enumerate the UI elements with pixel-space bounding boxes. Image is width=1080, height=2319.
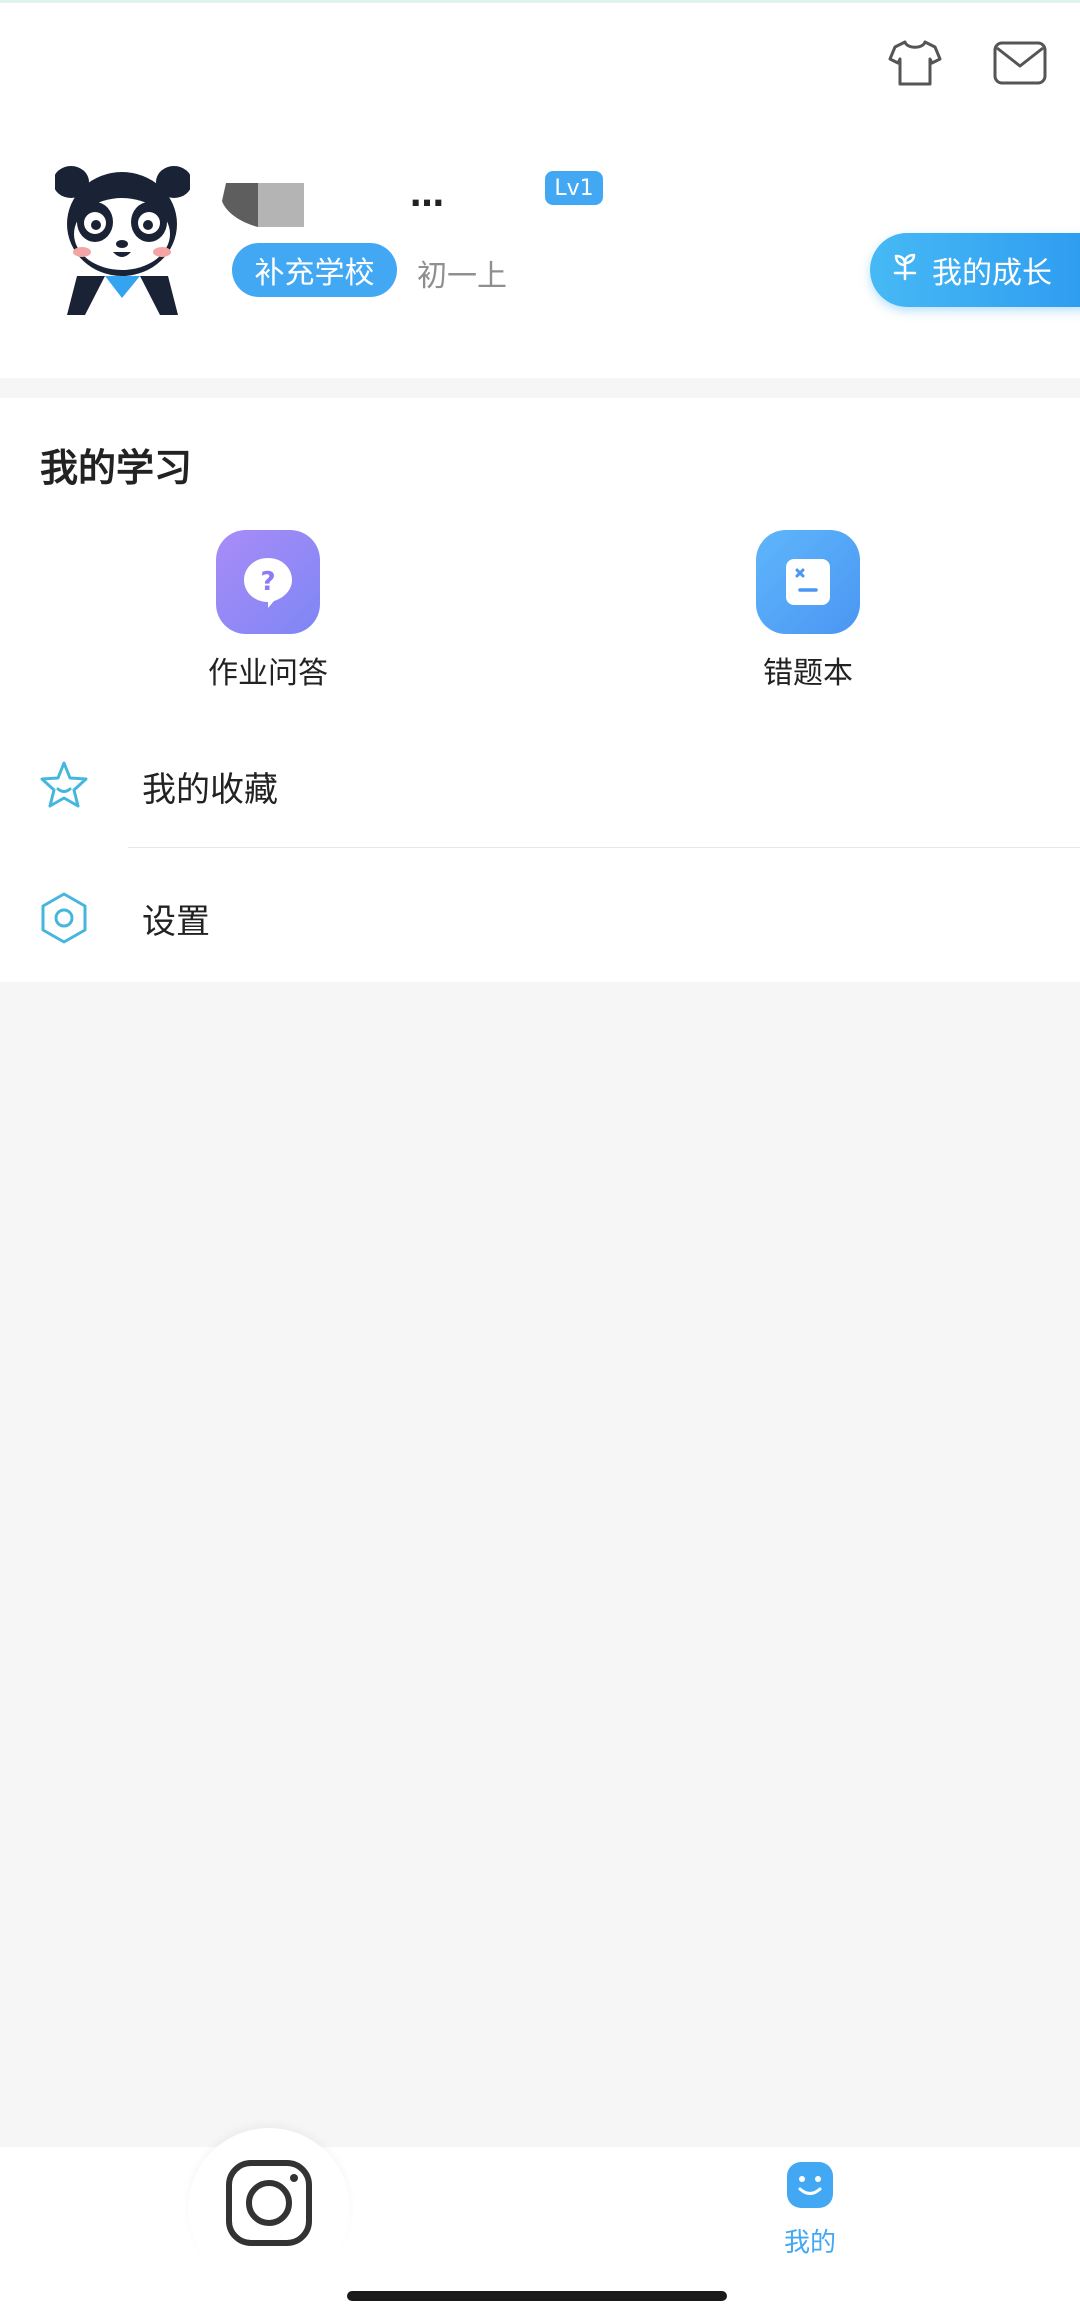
svg-text:?: ? <box>260 567 275 597</box>
homework-qa-button[interactable]: ? 作业问答 <box>168 530 368 692</box>
favorites-label: 我的收藏 <box>142 769 278 810</box>
tab-mine[interactable]: 我的 <box>768 2160 852 2259</box>
mail-icon[interactable] <box>985 28 1055 98</box>
mistake-book-label: 错题本 <box>763 656 853 691</box>
star-face-icon <box>36 758 92 814</box>
my-growth-label: 我的成长 <box>932 256 1052 291</box>
grade-label[interactable]: 初一上 <box>417 251 507 295</box>
sprout-icon <box>890 251 920 289</box>
camera-tab[interactable] <box>188 2128 350 2290</box>
camera-icon <box>226 2160 312 2246</box>
menu-divider <box>128 847 1080 848</box>
menu-item-favorites[interactable]: 我的收藏 <box>0 722 1080 850</box>
hexagon-gear-icon <box>36 890 92 946</box>
tshirt-icon[interactable] <box>880 28 950 98</box>
smiley-face-icon <box>787 2162 833 2208</box>
section-title-my-study: 我的学习 <box>40 446 193 490</box>
home-indicator[interactable] <box>347 2291 727 2301</box>
mistake-book-button[interactable]: 错题本 <box>708 530 908 692</box>
notebook-icon <box>756 530 860 634</box>
settings-label: 设置 <box>142 901 210 942</box>
tab-mine-label: 我的 <box>783 2228 836 2258</box>
school-chip[interactable]: 补充学校 <box>232 243 397 297</box>
user-name: … <box>410 175 445 215</box>
homework-qa-label: 作业问答 <box>208 656 328 691</box>
avatar[interactable] <box>53 160 192 315</box>
my-growth-button[interactable]: 我的成长 <box>870 233 1080 307</box>
question-bubble-icon: ? <box>216 530 320 634</box>
user-name-redacted <box>218 183 308 227</box>
menu-item-settings[interactable]: 设置 <box>0 854 1080 982</box>
level-badge: Lv1 <box>545 171 603 205</box>
